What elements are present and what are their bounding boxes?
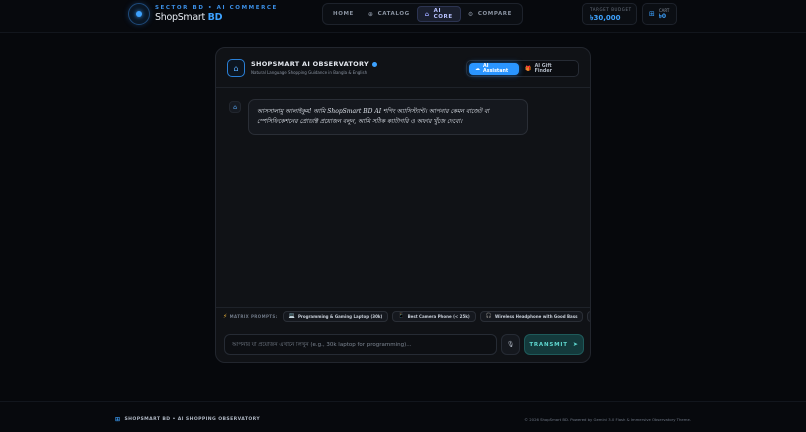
gift-icon: 🎁 — [525, 65, 532, 72]
tab-ai-gift-finder-label: AI Gift Finder — [534, 63, 552, 74]
cart-icon: ⊞ — [649, 10, 655, 18]
nav-home-label: HOME — [333, 11, 354, 17]
budget-value: ৳30,000 — [590, 14, 621, 22]
phone-icon: 📱 — [398, 313, 405, 319]
cart-button[interactable]: ⊞ CART ৳0 — [642, 3, 677, 25]
mode-switch: ☁ AI Assistant 🎁 AI Gift Finder — [466, 60, 579, 77]
footer-brand: ⊞ SHOPSMART BD • AI SHOPPING OBSERVATORY — [115, 416, 260, 423]
transmit-label: TRANSMIT — [529, 341, 568, 348]
compare-icon: ⚙ — [467, 10, 474, 18]
nav-ai-core[interactable]: ⌂ AI CORE — [416, 6, 461, 22]
bot-avatar-icon: ⌂ — [229, 101, 241, 113]
nav-compare-label: COMPARE — [477, 11, 512, 17]
cloud-icon: ☁ — [475, 65, 480, 72]
send-icon: ➤ — [572, 341, 579, 348]
prompt-chip-watch[interactable]: ⌚ — [587, 310, 590, 322]
panel-title: SHOPSMART AI OBSERVATORY — [251, 60, 377, 68]
prompt-chip-label: Programming & Gaming Laptop (30k) — [297, 313, 383, 319]
chat-input[interactable] — [224, 334, 497, 355]
panel-header: ⌂ SHOPSMART AI OBSERVATORY Natural Langu… — [216, 48, 590, 88]
bolt-icon: ⚡ — [223, 312, 228, 320]
cart-label: CART — [658, 7, 670, 13]
headphone-icon: 🎧 — [485, 313, 492, 319]
chat-area[interactable]: ⌂ আসসালামু আলাইকুম! আমি ShopSmart BD AI … — [216, 89, 590, 307]
nav-compare[interactable]: ⚙ COMPARE — [461, 6, 519, 22]
tab-ai-gift-finder[interactable]: 🎁 AI Gift Finder — [519, 63, 576, 75]
verified-icon — [371, 61, 377, 67]
footer-copyright: © 2026 ShopSmart BD. Powered by Gemini 3… — [524, 417, 691, 422]
prompt-chip-laptop[interactable]: 💻 Programming & Gaming Laptop (30k) — [282, 310, 389, 322]
nav-ai-core-label: AI CORE — [433, 8, 453, 20]
prompt-chip-phone[interactable]: 📱 Best Camera Phone (< 25k) — [392, 310, 476, 322]
transmit-button[interactable]: TRANSMIT ➤ — [524, 334, 584, 355]
nav-catalog-label: CATALOG — [377, 11, 410, 17]
orb-icon — [128, 3, 150, 25]
prompt-chip-headphone[interactable]: 🎧 Wireless Headphone with Good Bass — [479, 310, 584, 322]
panel-subtitle: Natural Language Shopping Guidance in Ba… — [251, 70, 368, 75]
ai-observatory-panel: ⌂ SHOPSMART AI OBSERVATORY Natural Langu… — [215, 47, 591, 363]
brand-name: ShopSmart BD — [155, 11, 223, 23]
tab-ai-assistant[interactable]: ☁ AI Assistant — [469, 62, 520, 75]
prompt-chip-label: Best Camera Phone (< 25k) — [407, 313, 470, 319]
prompts-label: ⚡ MATRIX PROMPTS: — [223, 312, 278, 320]
input-row: 🎙 TRANSMIT ➤ — [216, 328, 590, 362]
footer: ⊞ SHOPSMART BD • AI SHOPPING OBSERVATORY… — [0, 401, 806, 432]
bot-icon: ⌂ — [424, 10, 430, 18]
bot-message: আসসালামু আলাইকুম! আমি ShopSmart BD AI শপ… — [248, 99, 528, 135]
laptop-icon: 💻 — [288, 313, 295, 319]
mic-icon: 🎙 — [506, 341, 515, 348]
cart-count: ৳0 — [658, 12, 667, 20]
top-header: SECTOR BD • AI COMMERCE ShopSmart BD HOM… — [0, 0, 806, 33]
bot-icon: ⊞ — [115, 416, 121, 423]
footer-brand-label: SHOPSMART BD • AI SHOPPING OBSERVATORY — [124, 417, 261, 422]
brand[interactable]: SECTOR BD • AI COMMERCE ShopSmart BD — [128, 3, 278, 25]
nav-catalog[interactable]: ⊕ CATALOG — [361, 6, 417, 22]
catalog-icon: ⊕ — [367, 10, 374, 18]
prompt-chip-label: Wireless Headphone with Good Bass — [494, 313, 578, 319]
tab-ai-assistant-label: AI Assistant — [483, 63, 509, 74]
target-budget[interactable]: TARGET BUDGET ৳30,000 — [582, 3, 637, 25]
main-nav: HOME ⊕ CATALOG ⌂ AI CORE ⚙ COMPARE — [322, 3, 523, 25]
bot-icon: ⌂ — [227, 59, 245, 77]
matrix-prompts: ⚡ MATRIX PROMPTS: 💻 Programming & Gaming … — [216, 307, 590, 324]
brand-sector: SECTOR BD • AI COMMERCE — [155, 4, 278, 11]
nav-home[interactable]: HOME — [326, 6, 361, 22]
mic-button[interactable]: 🎙 — [501, 334, 520, 355]
